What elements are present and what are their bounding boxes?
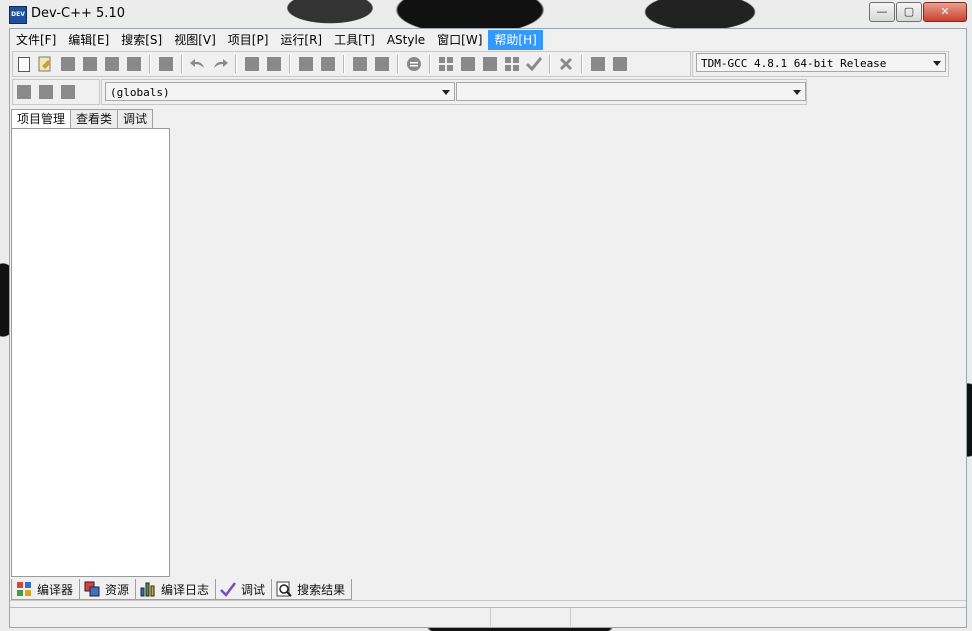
compiler-select-value: TDM-GCC 4.8.1 64-bit Release: [701, 57, 887, 70]
toolbar-separator: [343, 55, 345, 73]
maximize-button[interactable]: ▢: [896, 2, 922, 22]
toolbar-separator: [289, 55, 291, 73]
menu-view[interactable]: 视图[V]: [168, 30, 222, 50]
minimize-button[interactable]: —: [869, 2, 895, 22]
tab-class-view[interactable]: 查看类: [70, 109, 119, 129]
compiler-select[interactable]: TDM-GCC 4.8.1 64-bit Release: [696, 53, 946, 72]
run-icon[interactable]: [459, 55, 477, 73]
scope-select[interactable]: (globals): [105, 82, 455, 101]
add-to-project-icon[interactable]: [37, 83, 55, 101]
tab-debug[interactable]: 调试: [117, 109, 154, 129]
tab-compiler-label: 编译器: [37, 582, 74, 597]
toolbar-separator: [549, 55, 551, 73]
project-toolbar: [12, 79, 100, 105]
goto-line-icon[interactable]: [319, 55, 337, 73]
stop-icon[interactable]: [557, 55, 575, 73]
menu-run[interactable]: 运行[R]: [274, 30, 328, 50]
window-frame: 文件[F] 编辑[E] 搜索[S] 视图[V] 项目[P] 运行[R] 工具[T…: [9, 28, 967, 628]
close-all-icon[interactable]: [125, 55, 143, 73]
toolbar-separator: [397, 55, 399, 73]
menu-search[interactable]: 搜索[S]: [115, 30, 168, 50]
debug-icon[interactable]: [611, 55, 629, 73]
menu-bar: 文件[F] 编辑[E] 搜索[S] 视图[V] 项目[P] 运行[R] 工具[T…: [10, 30, 543, 50]
bottom-panel-tabs: 编译器 资源 编译日志 调试 搜索结果: [11, 579, 353, 600]
toolbar-separator: [581, 55, 583, 73]
menu-file[interactable]: 文件[F]: [10, 30, 62, 50]
toolbar-separator: [149, 55, 151, 73]
tab-search-results[interactable]: 搜索结果: [271, 579, 353, 600]
save-all-icon[interactable]: [81, 55, 99, 73]
rebuild-icon[interactable]: [503, 55, 521, 73]
print-icon[interactable]: [157, 55, 175, 73]
bar-chart-icon: [140, 582, 155, 597]
tab-resources-label: 资源: [105, 582, 130, 597]
tab-debug-output-label: 调试: [241, 582, 266, 597]
tab-resources[interactable]: 资源: [79, 579, 137, 600]
new-project-icon[interactable]: [15, 83, 33, 101]
status-segment: [491, 608, 572, 628]
bottom-panel-splitter[interactable]: [10, 600, 966, 607]
tab-compile-log[interactable]: 编译日志: [135, 579, 217, 600]
status-bar: [10, 607, 966, 628]
dev-cpp-app-icon: DEV: [9, 6, 27, 24]
menu-help[interactable]: 帮助[H]: [488, 30, 543, 50]
indent-icon[interactable]: [351, 55, 369, 73]
remove-from-project-icon[interactable]: [59, 83, 77, 101]
tab-compile-log-label: 编译日志: [161, 582, 210, 597]
tab-project-manager[interactable]: 项目管理: [11, 109, 72, 130]
project-tree-panel[interactable]: [11, 128, 170, 577]
toolbar-separator: [235, 55, 237, 73]
new-file-icon[interactable]: [15, 55, 33, 73]
redo-icon[interactable]: [211, 55, 229, 73]
close-file-icon[interactable]: [103, 55, 121, 73]
symbol-select[interactable]: [456, 82, 806, 101]
profile-icon[interactable]: [589, 55, 607, 73]
editor-area[interactable]: [170, 109, 965, 575]
close-button[interactable]: ✕: [923, 2, 967, 22]
magnifier-icon: [276, 581, 292, 597]
menu-project[interactable]: 项目[P]: [222, 30, 275, 50]
menu-window[interactable]: 窗口[W]: [431, 30, 488, 50]
comment-icon[interactable]: [405, 55, 423, 73]
left-panel-tabs: 项目管理 查看类 调试: [11, 109, 154, 130]
undo-icon[interactable]: [189, 55, 207, 73]
chevron-down-icon: [793, 90, 801, 95]
save-icon[interactable]: [59, 55, 77, 73]
resources-icon: [84, 581, 100, 597]
compile-grid-icon[interactable]: [437, 55, 455, 73]
main-toolbar: [12, 51, 691, 77]
window-title: Dev-C++ 5.10: [31, 6, 125, 21]
find-next-icon[interactable]: [297, 55, 315, 73]
replace-icon[interactable]: [265, 55, 283, 73]
open-file-icon[interactable]: [37, 55, 55, 73]
chevron-down-icon: [442, 90, 450, 95]
menu-tools[interactable]: 工具[T]: [328, 30, 381, 50]
scope-select-value: (globals): [110, 86, 170, 99]
menu-astyle[interactable]: AStyle: [381, 30, 431, 50]
compiler-grid-icon: [17, 582, 31, 596]
find-icon[interactable]: [243, 55, 261, 73]
status-segment: [571, 608, 966, 628]
status-segment: [10, 608, 491, 628]
title-bar[interactable]: DEV Dev-C++ 5.10 — ▢ ✕: [1, 0, 971, 28]
checkmark-icon: [220, 582, 237, 597]
unindent-icon[interactable]: [373, 55, 391, 73]
toolbar-separator: [181, 55, 183, 73]
toolbar-separator: [429, 55, 431, 73]
app-window: DEV Dev-C++ 5.10 — ▢ ✕ 文件[F] 编辑[E] 搜索[S]…: [1, 0, 971, 631]
check-syntax-icon[interactable]: [525, 55, 543, 73]
tab-debug-output[interactable]: 调试: [215, 579, 273, 600]
tab-search-results-label: 搜索结果: [297, 582, 346, 597]
compile-run-icon[interactable]: [481, 55, 499, 73]
tab-compiler[interactable]: 编译器: [11, 579, 81, 600]
menu-edit[interactable]: 编辑[E]: [62, 30, 115, 50]
chevron-down-icon: [933, 61, 941, 66]
